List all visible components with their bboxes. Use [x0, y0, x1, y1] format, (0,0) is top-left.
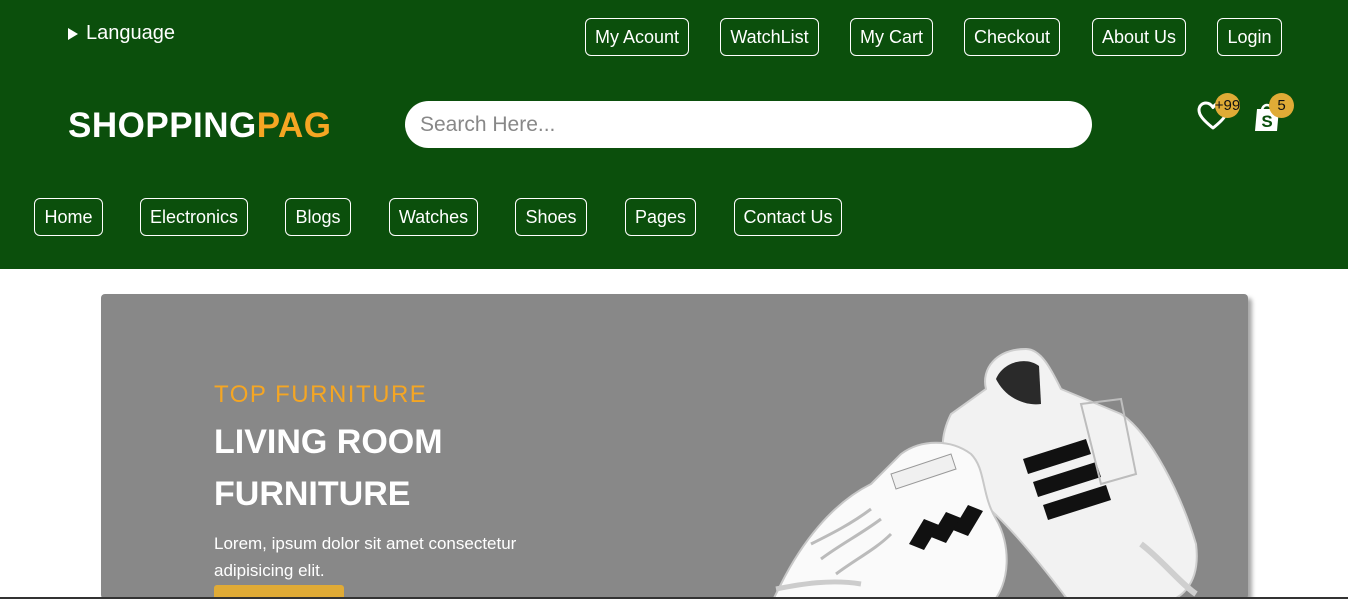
wishlist-button[interactable]: +99 — [1197, 93, 1240, 133]
nav-electronics[interactable]: Electronics — [140, 198, 248, 236]
site-header: Language My Acount WatchList My Cart Che… — [0, 0, 1348, 269]
watchlist-link[interactable]: WatchList — [720, 18, 819, 56]
about-us-link[interactable]: About Us — [1092, 18, 1186, 56]
sneakers-image — [772, 347, 1198, 599]
checkout-link[interactable]: Checkout — [964, 18, 1060, 56]
nav-blogs[interactable]: Blogs — [285, 198, 351, 236]
login-link[interactable]: Login — [1217, 18, 1282, 56]
cart-button[interactable]: S 5 — [1253, 93, 1294, 134]
wishlist-count-badge: +99 — [1215, 93, 1240, 118]
language-toggle[interactable]: Language — [68, 22, 175, 45]
cart-count-badge: 5 — [1269, 93, 1294, 118]
nav-contact-us[interactable]: Contact Us — [734, 198, 842, 236]
logo-primary: SHOPPING — [68, 106, 257, 145]
nav-shoes[interactable]: Shoes — [515, 198, 587, 236]
banner-title: LIVING ROOM FURNITURE — [214, 423, 443, 513]
site-logo[interactable]: SHOPPINGPAG — [68, 106, 332, 146]
banner-subtitle: TOP FURNITURE — [214, 381, 428, 408]
nav-home[interactable]: Home — [34, 198, 103, 236]
svg-text:S: S — [1261, 112, 1272, 131]
language-label: Language — [86, 22, 175, 44]
banner-description: Lorem, ipsum dolor sit amet consectetur … — [214, 534, 517, 580]
my-cart-link[interactable]: My Cart — [850, 18, 933, 56]
hero-banner: TOP FURNITURE LIVING ROOM FURNITURE Lore… — [101, 294, 1248, 599]
my-account-link[interactable]: My Acount — [585, 18, 689, 56]
nav-pages[interactable]: Pages — [625, 198, 696, 236]
nav-watches[interactable]: Watches — [389, 198, 478, 236]
search-input[interactable] — [405, 101, 1092, 148]
triangle-right-icon — [68, 27, 78, 40]
logo-accent: PAG — [256, 106, 332, 145]
